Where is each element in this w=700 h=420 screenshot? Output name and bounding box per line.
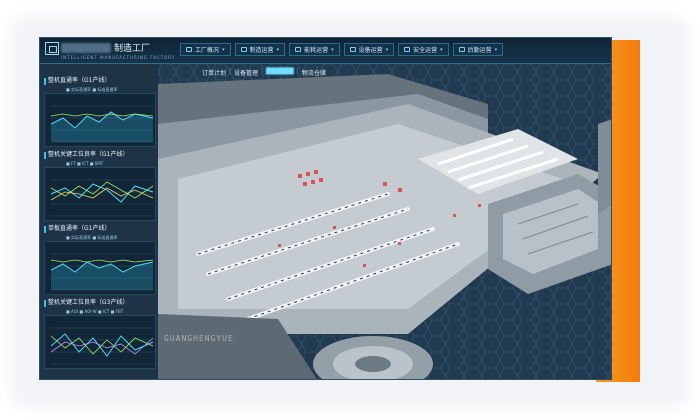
- panel-chart[interactable]: [44, 167, 156, 221]
- panel-title: 整机关键工位良率（G1产线）: [48, 151, 129, 158]
- sub-nav: 订单计划 | 设备管理 | ██████ | 物流仓储: [202, 68, 326, 77]
- menu-equipment-ops[interactable]: 设备运营 ▾: [343, 43, 395, 56]
- main-menu: 工厂概况 ▾ 制造运营 ▾ 能耗运营 ▾ 设备运营 ▾ 安全运营 ▾ 后勤运营 ▾: [180, 43, 504, 56]
- line-chart: [50, 105, 154, 143]
- logistics-icon: [458, 47, 465, 52]
- title-marker-icon: [44, 151, 46, 159]
- menu-safety-ops[interactable]: 安全运营 ▾: [398, 43, 449, 56]
- chevron-down-icon: ▾: [222, 46, 225, 53]
- title-marker-icon: [44, 299, 46, 307]
- gear-icon: [240, 47, 247, 52]
- line-chart: [50, 179, 154, 217]
- panel-title: 整机直通率（G1产线）: [48, 77, 111, 84]
- title-marker-icon: [44, 225, 46, 233]
- subnav-separator: |: [296, 68, 299, 75]
- chevron-down-icon: ▾: [494, 46, 498, 53]
- menu-manufacturing-ops[interactable]: 制造运营 ▾: [234, 43, 286, 56]
- chevron-down-icon: ▾: [331, 46, 334, 53]
- panel-chart[interactable]: [44, 315, 156, 369]
- top-bar: 制造工厂 INTELLIGENT MANUFACTURING FACTORY 工…: [40, 38, 611, 64]
- watermark: GUANGHENGYUE: [164, 334, 234, 343]
- panel-chart[interactable]: [44, 93, 156, 147]
- subnav-active-blurred[interactable]: ██████: [266, 68, 294, 77]
- device-icon: [349, 47, 356, 52]
- subnav-separator: |: [229, 68, 232, 75]
- dashboard-screen: 制造工厂 INTELLIGENT MANUFACTURING FACTORY 工…: [39, 37, 612, 380]
- energy-icon: [295, 47, 302, 52]
- menu-energy-ops[interactable]: 能耗运营 ▾: [289, 43, 340, 56]
- panel-chart[interactable]: [44, 241, 156, 295]
- shield-icon: [404, 47, 411, 52]
- kpi-panel: 整机关键工位良率（G1产线） ■ FT ■ ICT ■ SMT: [44, 150, 156, 224]
- kpi-panel: 整机直通率（G1产线） ■ 实际直通率 ■ 标准直通率: [44, 76, 156, 150]
- subnav-separator: |: [261, 68, 264, 75]
- page-subtitle: INTELLIGENT MANUFACTURING FACTORY: [61, 55, 176, 60]
- kpi-panel: 单板直通率（G1产线） ■ 实际直通率 ■ 标准直通率: [44, 224, 156, 298]
- panel-title: 单板直通率（G1产线）: [48, 225, 111, 232]
- factory-icon: [186, 47, 192, 52]
- subnav-logistics-warehouse[interactable]: 物流仓储: [302, 68, 326, 77]
- chevron-down-icon: ▾: [385, 46, 389, 53]
- subnav-order-plan[interactable]: 订单计划: [202, 68, 226, 77]
- panel-legend: ■ FT ■ ICT ■ SMT: [66, 161, 104, 166]
- menu-factory-overview[interactable]: 工厂概况 ▾: [180, 43, 231, 56]
- factory-3d-view[interactable]: [158, 64, 612, 380]
- line-chart: [50, 327, 154, 365]
- line-chart: [50, 253, 154, 291]
- panel-legend: ■ AOI ■ AOI-W ■ ICT ■ FBT: [66, 309, 124, 314]
- kpi-panel: 整机关键工位良率（G3产线） ■ AOI ■ AOI-W ■ ICT ■ FBT: [44, 298, 156, 372]
- kpi-panels: 整机直通率（G1产线） ■ 实际直通率 ■ 标准直通率 整机关键工位良率（G1产…: [44, 76, 156, 372]
- title-marker-icon: [44, 77, 46, 85]
- company-name-blurred: [61, 43, 111, 53]
- page-title: 制造工厂: [114, 44, 151, 54]
- panel-title: 整机关键工位良率（G3产线）: [48, 299, 129, 306]
- subnav-equipment-management[interactable]: 设备管理: [234, 68, 258, 77]
- chevron-down-icon: ▾: [276, 46, 280, 53]
- logo-icon: [45, 42, 59, 55]
- chevron-down-icon: ▾: [440, 46, 443, 53]
- panel-legend: ■ 实际直通率 ■ 标准直通率: [66, 87, 118, 92]
- panel-legend: ■ 实际直通率 ■ 标准直通率: [66, 235, 118, 240]
- menu-logistics-ops[interactable]: 后勤运营 ▾: [452, 43, 504, 56]
